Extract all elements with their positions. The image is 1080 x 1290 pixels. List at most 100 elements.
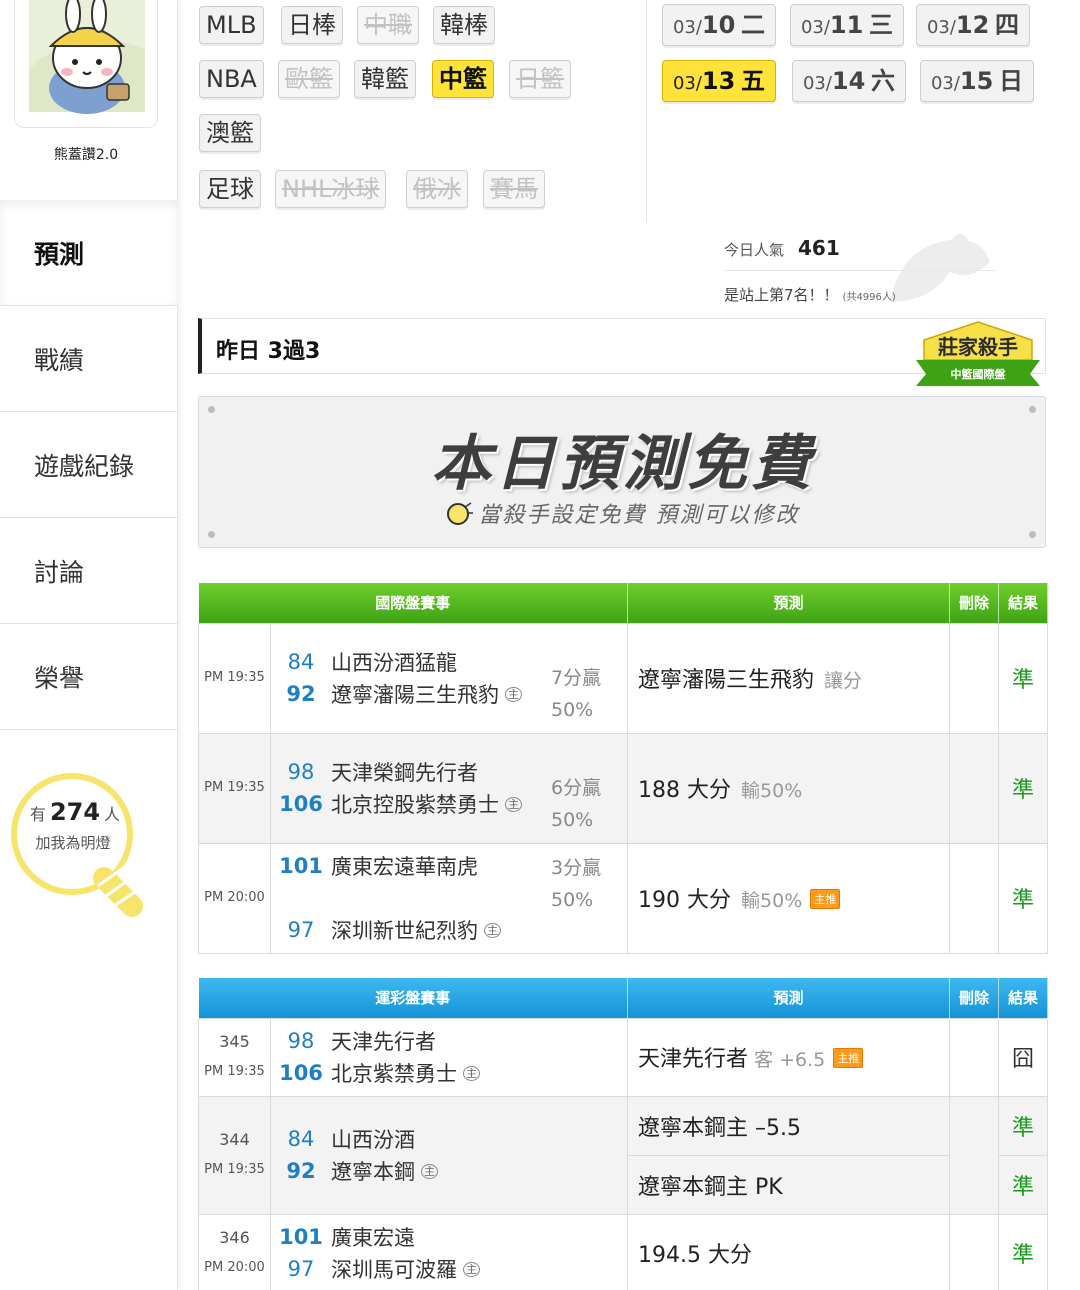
away-team: 101 廣東宏遠: [279, 1225, 415, 1250]
delete-cell: [949, 1095, 1000, 1215]
result: 準: [998, 1213, 1049, 1290]
screw-icon: [208, 531, 215, 538]
banner-subtitle: 當殺手設定免費 預測可以修改: [199, 497, 1047, 529]
tag-horse-racing: 賽馬: [483, 170, 545, 208]
badge-sub: 中籃國際盤: [951, 367, 1007, 381]
nav-discussion[interactable]: 討論: [0, 518, 178, 624]
fans-count: 有 274 人: [29, 798, 121, 826]
table-row: 345 PM 19:35 98 天津先行者 106 北京紫禁勇士主 天津先行者客 +6…: [198, 1017, 1049, 1097]
yesterday-text: 昨日 3過3: [216, 339, 321, 364]
date-0311[interactable]: 03/11 三: [790, 4, 904, 46]
date-0312[interactable]: 03/12 四: [916, 4, 1030, 46]
top-divider: [646, 0, 647, 222]
prediction: 194.5 大分: [627, 1213, 951, 1290]
sidebar: 熊蓋讚2.0 預測 戰績 遊戲紀錄 討論 榮譽 有 274 人 加我為明燈: [0, 0, 178, 1290]
home-team: 97 深圳馬可波羅主: [271, 1253, 627, 1285]
delete-cell: [949, 622, 1000, 734]
result: 準: [998, 732, 1049, 844]
prediction: 190 大分 輸50% 主推: [627, 842, 951, 954]
tag-nbl[interactable]: 澳籃: [199, 114, 261, 152]
tag-npb[interactable]: 日棒: [281, 6, 343, 44]
spread-odds: 7分贏 50%: [551, 666, 602, 721]
game-time: PM 19:35: [198, 622, 271, 734]
nav-predict[interactable]: 預測: [0, 200, 178, 306]
result: 準: [998, 622, 1049, 734]
tag-euroleague: 歐籃: [278, 60, 340, 98]
delete-cell: [949, 1017, 1000, 1097]
result: 囧: [998, 1017, 1049, 1097]
home-team: 92 遼寧本鋼主: [271, 1155, 627, 1187]
tag-soccer[interactable]: 足球: [199, 170, 261, 208]
site-rank: 是站上第7名！！ (共4996人): [724, 286, 896, 304]
matchup: 84 山西汾酒猛龍 92 遼寧瀋陽三生飛豹主 7分贏 50%: [269, 622, 629, 734]
tag-kbl[interactable]: 韓籃: [354, 60, 416, 98]
follow-as-beacon-label[interactable]: 加我為明燈: [0, 832, 146, 853]
result: 準: [998, 842, 1049, 954]
date-0310[interactable]: 03/10 二: [662, 4, 776, 46]
date-0315[interactable]: 03/15 日: [920, 60, 1034, 102]
game-no-time: 346 PM 20:00: [198, 1213, 271, 1290]
bookmaker-killer-badge-icon: 莊家殺手 中籃國際盤: [916, 321, 1040, 386]
delete-cell: [949, 1213, 1000, 1290]
table-row: 346 PM 20:00 101 廣東宏遠 97 深圳馬可波羅主 194.5 大分 準: [198, 1213, 1049, 1290]
home-team: 97 深圳新世紀烈豹主: [271, 914, 627, 946]
tag-cpbl: 中職: [357, 6, 419, 44]
main-pick-badge: 主推: [833, 1048, 864, 1068]
avatar-bunny-icon: [15, 0, 157, 127]
matchup: 84 山西汾酒 92 遼寧本鋼主: [269, 1095, 629, 1215]
avatar[interactable]: [14, 0, 158, 128]
screw-icon: [208, 406, 215, 413]
prediction: 188 大分 輸50%: [627, 732, 951, 844]
date-0314[interactable]: 03/14 六: [792, 60, 906, 102]
header-lottery-games: 運彩盤賽事: [198, 978, 629, 1018]
away-team: 84 山西汾酒: [287, 1127, 415, 1152]
sports-lottery-table: 運彩盤賽事 預測 刪除 結果 345 PM 19:35 98 天津先行者 106 北京…: [198, 978, 1049, 1290]
header-delete: 刪除: [949, 978, 1000, 1018]
tag-khl: 俄冰: [406, 170, 468, 208]
tag-kbo[interactable]: 韓棒: [433, 6, 495, 44]
game-time: PM 19:35: [198, 732, 271, 844]
banner-title: 本日預測免費: [431, 429, 815, 499]
prediction: 天津先行者客 +6.5 主推: [627, 1017, 951, 1097]
game-no-time: 344 PM 19:35: [198, 1095, 271, 1215]
nav-honor[interactable]: 榮譽: [0, 624, 178, 730]
tag-mlb[interactable]: MLB: [199, 6, 264, 44]
lightbulb-icon: [446, 502, 473, 525]
header-intl-games: 國際盤賽事: [198, 583, 629, 623]
tag-nba[interactable]: NBA: [199, 60, 264, 98]
free-prediction-banner: 本日預測免費 當殺手設定免費 預測可以修改: [198, 396, 1046, 548]
international-odds-table: 國際盤賽事 預測 刪除 結果 PM 19:35 84 山西汾酒猛龍 92 遼寧瀋陽三…: [198, 583, 1049, 954]
game-time: PM 20:00: [198, 842, 271, 954]
away-team: 98 天津先行者: [287, 1029, 436, 1054]
table-row: 344 PM 19:35 84 山西汾酒 92 遼寧本鋼主 遼寧本鋼主 –5.5 遼寧…: [198, 1095, 1049, 1215]
matchup: 101 廣東宏遠 97 深圳馬可波羅主: [269, 1213, 629, 1290]
header-prediction: 預測: [627, 978, 951, 1018]
table-row: PM 19:35 84 山西汾酒猛龍 92 遼寧瀋陽三生飛豹主 7分贏 50% 遼寧瀋…: [198, 622, 1049, 734]
prediction: 遼寧本鋼主 –5.5 遼寧本鋼主 PK: [627, 1095, 951, 1215]
main-pick-badge: 主推: [810, 889, 841, 909]
header-delete: 刪除: [949, 583, 1000, 623]
header-result: 結果: [998, 583, 1049, 623]
prediction-line: 遼寧本鋼主 –5.5: [638, 1116, 802, 1141]
nav-record[interactable]: 戰績: [0, 306, 178, 412]
result: 準 準: [998, 1095, 1049, 1215]
tag-cba[interactable]: 中籃: [432, 60, 494, 98]
prediction-line: 遼寧本鋼主 PK: [628, 1155, 950, 1213]
delete-cell: [949, 842, 1000, 954]
matchup: 101 廣東宏遠華南虎 97 深圳新世紀烈豹主 3分贏 50%: [269, 842, 629, 954]
nav-game-log[interactable]: 遊戲紀錄: [0, 412, 178, 518]
table-row: PM 19:35 98 天津榮鋼先行者 106 北京控股紫禁勇士主 6分贏 50% 1…: [198, 732, 1049, 844]
date-0313[interactable]: 03/13 五: [662, 60, 776, 102]
spread-odds: 6分贏 50%: [551, 776, 602, 831]
header-prediction: 預測: [627, 583, 951, 623]
table-row: PM 20:00 101 廣東宏遠華南虎 97 深圳新世紀烈豹主 3分贏 50% 19…: [198, 842, 1049, 954]
tag-bleague: 日籃: [509, 60, 571, 98]
badge-title: 莊家殺手: [938, 335, 1018, 359]
home-team: 106 北京紫禁勇士主: [271, 1057, 627, 1089]
today-popularity: 今日人氣 461: [724, 236, 840, 260]
header-result: 結果: [998, 978, 1049, 1018]
stats-divider: [724, 270, 996, 271]
tag-nhl: NHL冰球: [275, 170, 387, 208]
screw-icon: [1029, 531, 1036, 538]
matchup: 98 天津先行者 106 北京紫禁勇士主: [269, 1017, 629, 1097]
